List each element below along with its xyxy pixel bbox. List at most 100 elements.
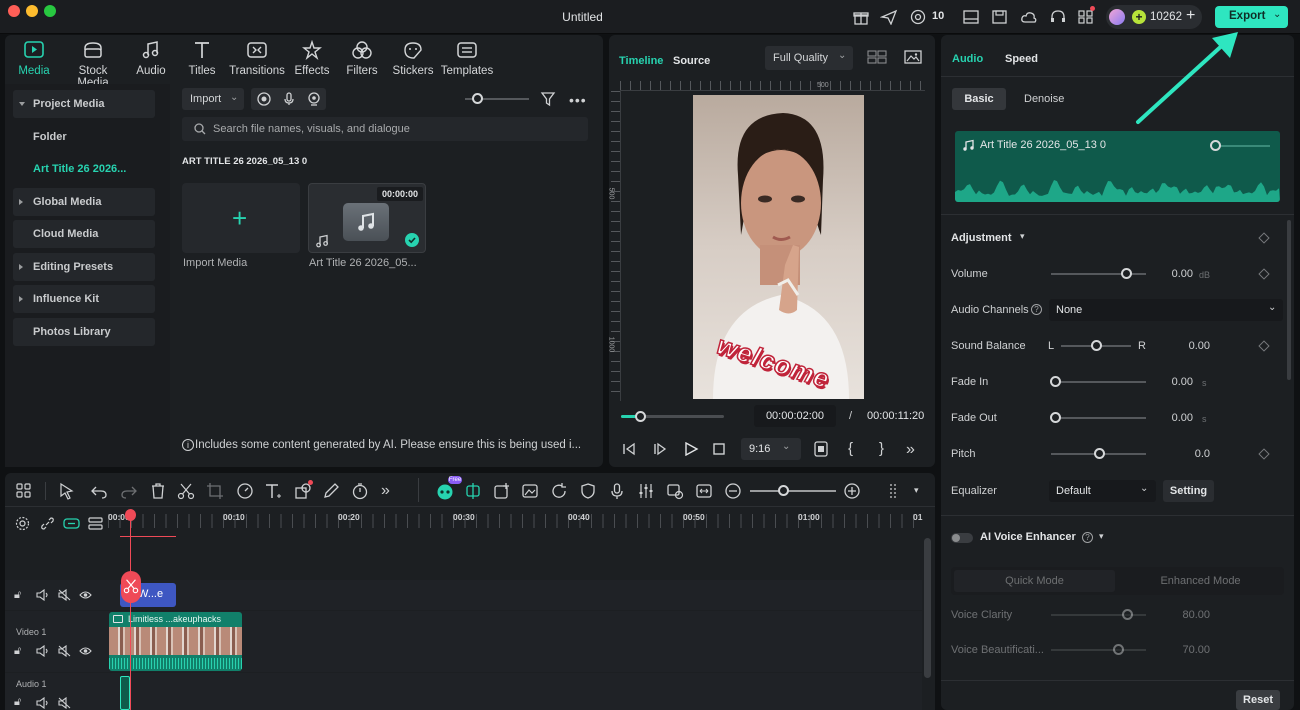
tab-stickers[interactable]: Stickers [383, 40, 443, 77]
timeline-view-options-icon[interactable] [887, 482, 905, 500]
sidebar-item-global-media[interactable]: Global Media [13, 188, 155, 216]
speed-icon[interactable] [236, 482, 254, 500]
speaker-icon[interactable] [36, 697, 49, 709]
headset-icon[interactable] [1049, 9, 1067, 25]
redo-icon[interactable] [120, 482, 138, 500]
voice-beautification-value[interactable]: 70.00 [1160, 644, 1210, 656]
layout-grid-icon[interactable] [15, 482, 33, 500]
waveform-volume-slider[interactable] [1220, 145, 1270, 147]
account-pill[interactable]: + 10262 + [1106, 5, 1202, 29]
pen-draw-icon[interactable] [322, 482, 340, 500]
pitch-knob[interactable] [1093, 448, 1105, 459]
shield-protect-icon[interactable] [579, 482, 597, 500]
fade-out-knob[interactable] [1050, 412, 1061, 423]
refresh-sync-icon[interactable] [550, 482, 568, 500]
speaker-icon[interactable] [36, 645, 49, 657]
next-frame-icon[interactable] [652, 442, 668, 456]
undo-icon[interactable] [90, 482, 108, 500]
search-input[interactable]: Search file names, visuals, and dialogue [213, 123, 410, 135]
more-controls-icon[interactable]: » [906, 441, 915, 459]
grid-apps-icon[interactable] [1077, 6, 1095, 25]
tab-transitions[interactable]: Transitions [227, 40, 287, 77]
eye-visibility-icon[interactable] [79, 645, 92, 657]
tab-source[interactable]: Source [673, 55, 710, 67]
adjustment-header[interactable]: Adjustment [951, 232, 1012, 244]
fade-in-slider[interactable] [1051, 381, 1146, 383]
filter-funnel-icon[interactable] [540, 91, 556, 107]
eye-visibility-icon[interactable] [79, 589, 92, 601]
webcam-icon[interactable] [307, 92, 321, 106]
minimize-window-button[interactable] [26, 5, 38, 17]
delete-trash-icon[interactable] [149, 482, 167, 500]
fade-out-slider[interactable] [1051, 417, 1146, 419]
lock-icon[interactable]: 🔓︎ [14, 696, 21, 709]
link-icon[interactable] [40, 516, 55, 531]
record-screen-icon[interactable] [257, 92, 271, 106]
fit-to-width-icon[interactable] [695, 482, 713, 500]
volume-value[interactable]: 0.00 [1143, 268, 1193, 280]
fade-in-value[interactable]: 0.00 [1143, 376, 1193, 388]
safe-zone-icon[interactable] [814, 441, 828, 457]
playback-scrubber[interactable] [634, 411, 646, 422]
tab-templates[interactable]: Templates [437, 40, 497, 77]
subtab-denoise[interactable]: Denoise [1024, 93, 1064, 105]
snapshot-image-icon[interactable] [904, 49, 922, 65]
audio-clip[interactable] [120, 676, 130, 710]
aspect-ratio-dropdown[interactable]: 9:16 ⌄ [741, 438, 801, 460]
sidebar-item-folder[interactable]: Folder [13, 123, 155, 151]
tab-speed[interactable]: Speed [1005, 53, 1038, 65]
volume-knob[interactable] [1121, 268, 1132, 279]
auto-captions-icon[interactable] [666, 482, 684, 500]
stop-icon[interactable] [713, 443, 725, 455]
inspector-scrollbar[interactable] [1287, 220, 1291, 380]
export-button[interactable]: Export ⌄ [1215, 6, 1288, 28]
pitch-value[interactable]: 0.0 [1160, 448, 1210, 460]
tab-timeline[interactable]: Timeline [619, 55, 663, 67]
grid-view-icon[interactable] [867, 50, 887, 64]
ai-beat-icon[interactable] [464, 482, 482, 500]
mute-track-icon[interactable] [58, 645, 71, 657]
import-dropdown[interactable]: Import ⌄ [182, 88, 244, 110]
equalizer-setting-button[interactable]: Setting [1163, 480, 1214, 502]
caret-down-icon[interactable]: ▾ [1020, 231, 1025, 242]
previous-frame-icon[interactable] [621, 442, 637, 456]
microphone-icon[interactable] [282, 92, 296, 106]
mute-track-icon[interactable] [58, 697, 71, 709]
split-scissors-icon[interactable] [177, 482, 195, 500]
enhanced-mode-button[interactable]: Enhanced Mode [1120, 570, 1281, 592]
play-icon[interactable] [683, 442, 699, 456]
voice-beautification-slider[interactable] [1051, 649, 1146, 651]
video-preview[interactable]: welcome [693, 95, 864, 399]
close-window-button[interactable] [8, 5, 20, 17]
add-track-icon[interactable] [493, 482, 511, 500]
voice-beautification-knob[interactable] [1112, 644, 1124, 655]
caret-down-icon[interactable]: ▾ [914, 485, 919, 496]
speaker-icon[interactable] [36, 589, 49, 601]
thumbnail-size-knob[interactable] [472, 93, 483, 104]
media-clip-tile[interactable]: 00:00:00 [308, 183, 426, 253]
help-icon[interactable]: ? [1082, 532, 1093, 543]
voice-clarity-knob[interactable] [1122, 609, 1133, 620]
image-edit-icon[interactable] [521, 482, 539, 500]
tab-media[interactable]: Media [4, 40, 64, 77]
sidebar-item-project-media[interactable]: Project Media [13, 90, 155, 118]
magnet-snap-icon[interactable] [63, 516, 80, 531]
search-field[interactable]: Search file names, visuals, and dialogue [182, 117, 588, 141]
add-credits-icon[interactable]: + [1186, 7, 1195, 25]
tab-titles[interactable]: Titles [172, 40, 232, 77]
current-time[interactable]: 00:00:02:00 [754, 405, 836, 427]
support-icon[interactable] [909, 9, 927, 25]
playhead-split-marker[interactable] [121, 571, 141, 603]
equalizer-dropdown[interactable]: Default ⌄ [1049, 480, 1156, 502]
zoom-window-button[interactable] [44, 5, 56, 17]
quick-mode-button[interactable]: Quick Mode [954, 570, 1115, 592]
tab-audio-inspector[interactable]: Audio [952, 53, 983, 65]
zoom-out-icon[interactable] [724, 482, 742, 500]
waveform-volume-knob[interactable] [1210, 140, 1221, 151]
send-icon[interactable] [880, 9, 898, 25]
cloud-upload-icon[interactable] [1020, 9, 1038, 25]
lock-icon[interactable]: 🔓︎ [14, 589, 21, 602]
zoom-in-icon[interactable] [843, 482, 861, 500]
more-options-icon[interactable]: ••• [569, 92, 587, 108]
ai-copilot-icon[interactable] [435, 482, 453, 500]
